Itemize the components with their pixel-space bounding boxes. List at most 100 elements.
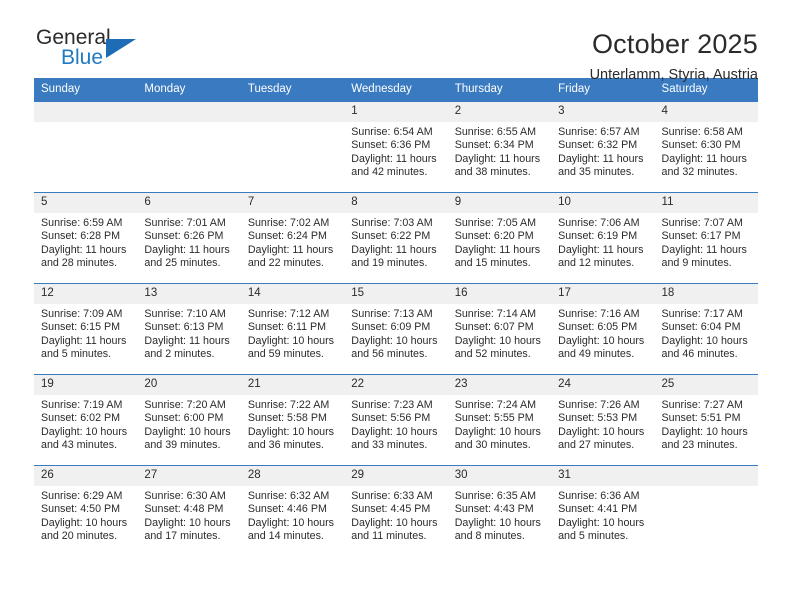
day-cell-content: 26 Sunrise: 6:29 AM Sunset: 4:50 PM Dayligh…: [34, 466, 138, 556]
day-sun-info: Sunrise: 6:35 AM Sunset: 4:43 PM Daylight:…: [448, 486, 551, 544]
sunrise-text: Sunrise: 6:57 AM: [558, 126, 640, 138]
weekday-header-tuesday: Tuesday: [240, 78, 345, 102]
calendar-day-cell[interactable]: 9 Sunrise: 7:05 AM Sunset: 6:20 PM Daylight…: [447, 192, 552, 284]
sunset-text: Sunset: 4:41 PM: [558, 503, 638, 516]
calendar-day-cell[interactable]: 11 Sunrise: 7:07 AM Sunset: 6:17 PM Dayligh…: [654, 192, 758, 284]
calendar-day-cell[interactable]: 17 Sunrise: 7:16 AM Sunset: 6:05 PM Dayligh…: [551, 283, 655, 375]
calendar-week-row: 5 Sunrise: 6:59 AM Sunset: 6:28 PM Daylight…: [34, 192, 758, 284]
calendar-day-cell[interactable]: 26 Sunrise: 6:29 AM Sunset: 4:50 PM Dayligh…: [34, 465, 138, 556]
calendar-page: General Blue October 2025 Unterlamm, Sty…: [0, 0, 792, 612]
calendar-day-cell[interactable]: 2 Sunrise: 6:55 AM Sunset: 6:34 PM Daylight…: [447, 102, 552, 193]
calendar-day-cell[interactable]: 29 Sunrise: 6:33 AM Sunset: 4:45 PM Dayligh…: [344, 465, 448, 556]
calendar-day-cell[interactable]: 12 Sunrise: 7:09 AM Sunset: 6:15 PM Dayligh…: [34, 283, 138, 375]
sunset-text: Sunset: 6:09 PM: [351, 321, 431, 334]
calendar-day-cell[interactable]: 8 Sunrise: 7:03 AM Sunset: 6:22 PM Daylight…: [344, 192, 448, 284]
day-sun-info: Sunrise: 7:26 AM Sunset: 5:53 PM Daylight:…: [551, 395, 654, 453]
daylight-text: Daylight: 11 hours and 22 minutes.: [247, 243, 334, 270]
day-cell-content: 1 Sunrise: 6:54 AM Sunset: 6:36 PM Daylight…: [344, 102, 448, 192]
day-number: 12: [34, 284, 138, 304]
day-number: 27: [137, 466, 241, 486]
calendar-day-cell[interactable]: 6 Sunrise: 7:01 AM Sunset: 6:26 PM Daylight…: [137, 192, 241, 284]
sunrise-text: Sunrise: 7:12 AM: [247, 308, 330, 320]
calendar-day-cell[interactable]: 30 Sunrise: 6:35 AM Sunset: 4:43 PM Dayligh…: [447, 465, 552, 556]
day-number: 7: [240, 193, 345, 213]
daylight-text: Daylight: 10 hours and 39 minutes.: [144, 425, 231, 452]
daylight-text: Daylight: 10 hours and 27 minutes.: [558, 425, 645, 452]
calendar-day-cell[interactable]: 4 Sunrise: 6:58 AM Sunset: 6:30 PM Daylight…: [654, 102, 758, 193]
day-cell-content: 17 Sunrise: 7:16 AM Sunset: 6:05 PM Dayligh…: [551, 284, 655, 374]
sunrise-text: Sunrise: 6:32 AM: [247, 490, 330, 502]
day-number: 14: [240, 284, 345, 304]
daylight-text: Daylight: 10 hours and 52 minutes.: [454, 334, 541, 361]
calendar-day-cell[interactable]: 20 Sunrise: 7:20 AM Sunset: 6:00 PM Dayligh…: [137, 374, 241, 466]
calendar-day-cell[interactable]: 18 Sunrise: 7:17 AM Sunset: 6:04 PM Dayligh…: [654, 283, 758, 375]
day-cell-content: 10 Sunrise: 7:06 AM Sunset: 6:19 PM Dayligh…: [551, 193, 655, 283]
day-sun-info: Sunrise: 6:32 AM Sunset: 4:46 PM Daylight:…: [241, 486, 344, 544]
sunset-text: Sunset: 5:56 PM: [351, 412, 431, 425]
calendar-day-cell[interactable]: 21 Sunrise: 7:22 AM Sunset: 5:58 PM Dayligh…: [240, 374, 345, 466]
calendar-day-cell[interactable]: 14 Sunrise: 7:12 AM Sunset: 6:11 PM Dayligh…: [240, 283, 345, 375]
calendar-day-cell[interactable]: 10 Sunrise: 7:06 AM Sunset: 6:19 PM Dayligh…: [551, 192, 655, 284]
calendar-day-cell[interactable]: 22 Sunrise: 7:23 AM Sunset: 5:56 PM Dayligh…: [344, 374, 448, 466]
sunset-text: Sunset: 6:24 PM: [247, 230, 327, 243]
day-number: [34, 102, 138, 122]
calendar-week-row: 1 Sunrise: 6:54 AM Sunset: 6:36 PM Daylight…: [34, 102, 758, 193]
day-cell-content: 27 Sunrise: 6:30 AM Sunset: 4:48 PM Dayligh…: [137, 466, 241, 556]
calendar-day-cell[interactable]: 1 Sunrise: 6:54 AM Sunset: 6:36 PM Daylight…: [344, 102, 448, 193]
sunrise-text: Sunrise: 7:07 AM: [661, 217, 743, 229]
calendar-day-cell[interactable]: 27 Sunrise: 6:30 AM Sunset: 4:48 PM Dayligh…: [137, 465, 241, 556]
calendar-day-cell[interactable]: 19 Sunrise: 7:19 AM Sunset: 6:02 PM Dayligh…: [34, 374, 138, 466]
calendar-day-cell[interactable]: 25 Sunrise: 7:27 AM Sunset: 5:51 PM Dayligh…: [654, 374, 758, 466]
calendar-day-cell-empty: [654, 465, 758, 556]
day-cell-content: 12 Sunrise: 7:09 AM Sunset: 6:15 PM Dayligh…: [34, 284, 138, 374]
daylight-text: Daylight: 11 hours and 5 minutes.: [41, 334, 127, 361]
calendar-day-cell[interactable]: 16 Sunrise: 7:14 AM Sunset: 6:07 PM Dayligh…: [447, 283, 552, 375]
calendar-day-cell[interactable]: 7 Sunrise: 7:02 AM Sunset: 6:24 PM Daylight…: [240, 192, 345, 284]
weekday-header-monday: Monday: [137, 78, 241, 102]
daylight-text: Daylight: 10 hours and 5 minutes.: [558, 516, 645, 543]
daylight-text: Daylight: 11 hours and 38 minutes.: [454, 152, 541, 179]
sunrise-text: Sunrise: 7:10 AM: [144, 308, 226, 320]
sunrise-text: Sunrise: 7:13 AM: [351, 308, 433, 320]
day-number: [137, 102, 241, 122]
sunrise-text: Sunrise: 7:19 AM: [41, 399, 123, 411]
calendar-day-cell[interactable]: 15 Sunrise: 7:13 AM Sunset: 6:09 PM Dayligh…: [344, 283, 448, 375]
day-sun-info: Sunrise: 7:10 AM Sunset: 6:13 PM Daylight:…: [137, 304, 240, 362]
page-location: Unterlamm, Styria, Austria: [589, 67, 758, 83]
daylight-text: Daylight: 10 hours and 11 minutes.: [351, 516, 438, 543]
calendar-day-cell[interactable]: 3 Sunrise: 6:57 AM Sunset: 6:32 PM Daylight…: [551, 102, 655, 193]
title-block: October 2025 Unterlamm, Styria, Austria: [590, 26, 758, 85]
day-cell-content: 14 Sunrise: 7:12 AM Sunset: 6:11 PM Dayligh…: [240, 284, 345, 374]
daylight-text: Daylight: 10 hours and 36 minutes.: [247, 425, 334, 452]
sunrise-text: Sunrise: 6:29 AM: [41, 490, 123, 502]
calendar-day-cell[interactable]: 24 Sunrise: 7:26 AM Sunset: 5:53 PM Dayligh…: [551, 374, 655, 466]
daylight-text: Daylight: 11 hours and 28 minutes.: [41, 243, 127, 270]
day-number: 16: [447, 284, 552, 304]
sunrise-text: Sunrise: 7:27 AM: [661, 399, 743, 411]
day-sun-info: Sunrise: 7:03 AM Sunset: 6:22 PM Daylight:…: [344, 213, 447, 271]
calendar-week-row: 26 Sunrise: 6:29 AM Sunset: 4:50 PM Dayligh…: [34, 465, 758, 556]
sunrise-text: Sunrise: 6:30 AM: [144, 490, 226, 502]
day-cell-content: 29 Sunrise: 6:33 AM Sunset: 4:45 PM Dayligh…: [344, 466, 448, 556]
calendar-day-cell[interactable]: 31 Sunrise: 6:36 AM Sunset: 4:41 PM Dayligh…: [551, 465, 655, 556]
calendar-day-cell[interactable]: 23 Sunrise: 7:24 AM Sunset: 5:55 PM Dayligh…: [447, 374, 552, 466]
calendar-day-cell[interactable]: 5 Sunrise: 6:59 AM Sunset: 6:28 PM Daylight…: [34, 192, 138, 284]
daylight-text: Daylight: 10 hours and 23 minutes.: [661, 425, 748, 452]
sunset-text: Sunset: 6:07 PM: [454, 321, 534, 334]
day-number: 8: [344, 193, 448, 213]
day-sun-info: Sunrise: 7:12 AM Sunset: 6:11 PM Daylight:…: [241, 304, 344, 362]
daylight-text: Daylight: 10 hours and 17 minutes.: [144, 516, 231, 543]
sunrise-text: Sunrise: 6:55 AM: [454, 126, 537, 138]
daylight-text: Daylight: 11 hours and 32 minutes.: [661, 152, 747, 179]
calendar-day-cell[interactable]: 13 Sunrise: 7:10 AM Sunset: 6:13 PM Dayligh…: [137, 283, 241, 375]
calendar-body: 1 Sunrise: 6:54 AM Sunset: 6:36 PM Daylight…: [34, 102, 758, 556]
day-sun-info: Sunrise: 7:20 AM Sunset: 6:00 PM Daylight:…: [137, 395, 240, 453]
calendar-day-cell-empty: [34, 102, 138, 193]
day-number: 3: [551, 102, 655, 122]
day-cell-content: 20 Sunrise: 7:20 AM Sunset: 6:00 PM Dayligh…: [137, 375, 241, 465]
general-blue-logo[interactable]: General Blue: [34, 26, 184, 78]
sunset-text: Sunset: 4:43 PM: [454, 503, 534, 516]
calendar-day-cell[interactable]: 28 Sunrise: 6:32 AM Sunset: 4:46 PM Dayligh…: [240, 465, 345, 556]
sunset-text: Sunset: 6:15 PM: [41, 321, 121, 334]
logo-triangle-icon: [106, 39, 136, 58]
